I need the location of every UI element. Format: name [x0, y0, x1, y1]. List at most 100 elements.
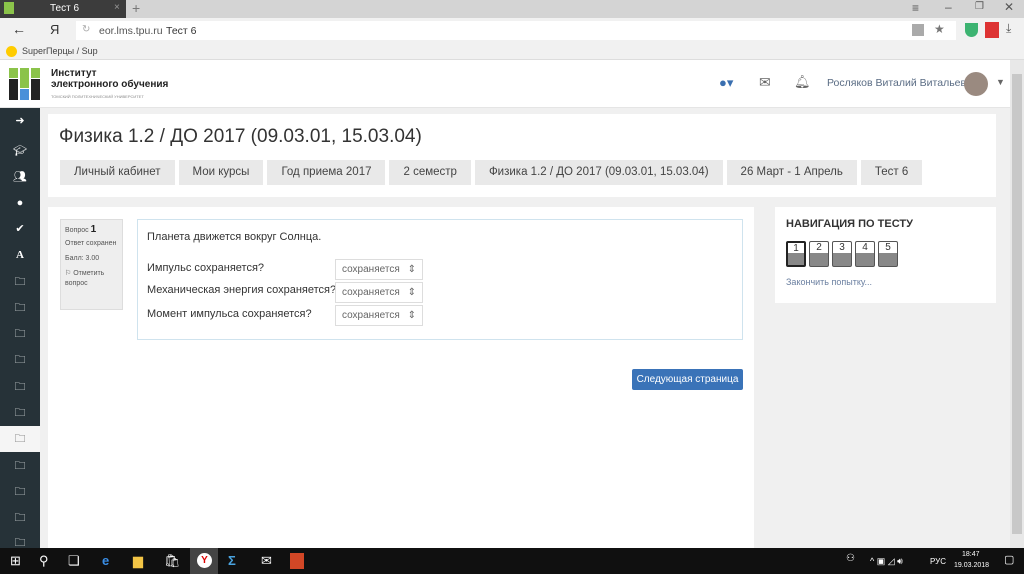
- quiz-nav-button[interactable]: 5: [878, 241, 898, 267]
- messages-icon[interactable]: ✉: [759, 74, 771, 91]
- clock-date[interactable]: 19.03.2018: [954, 562, 989, 569]
- back-icon[interactable]: ←: [12, 21, 26, 37]
- star-icon[interactable]: ★: [934, 22, 945, 36]
- restore-icon[interactable]: ❐: [975, 1, 984, 12]
- people-icon[interactable]: ⚇: [846, 553, 855, 564]
- sigma-app-icon[interactable]: Σ: [228, 553, 236, 568]
- pdf-extension-icon[interactable]: [985, 22, 999, 38]
- menu-icon[interactable]: ≡: [912, 1, 919, 15]
- browser-tab[interactable]: Тест 6 ×: [0, 0, 126, 18]
- language-globe-icon[interactable]: ●▾: [719, 75, 733, 91]
- answer-select[interactable]: сохраняется ⇕: [335, 305, 423, 326]
- browser-tab-bar: Тест 6 × + ≡ – ❐ ✕: [0, 0, 1024, 18]
- logo-line2: электронного обучения: [51, 79, 169, 90]
- user-name[interactable]: Росляков Виталий Витальевич: [827, 77, 977, 89]
- sidebar-folder-icon[interactable]: 🗀: [0, 295, 40, 321]
- finish-attempt-link[interactable]: Закончить попытку...: [786, 277, 872, 287]
- new-tab-icon[interactable]: +: [132, 0, 140, 16]
- quiz-nav-button[interactable]: 1: [786, 241, 806, 267]
- logo-line1: Институт: [51, 68, 97, 79]
- question-number: 1: [90, 224, 97, 235]
- site-header: Институт электронного обучения ТОМСКИЙ П…: [0, 60, 1010, 108]
- logo-icon[interactable]: [9, 68, 40, 100]
- breadcrumb-item[interactable]: Физика 1.2 / ДО 2017 (09.03.01, 15.03.04…: [474, 160, 723, 185]
- quiz-nav-title: НАВИГАЦИЯ ПО ТЕСТУ: [786, 218, 913, 230]
- sidebar-folder-icon[interactable]: 🗀: [0, 400, 40, 426]
- flag-label: Отметить вопрос: [65, 270, 105, 287]
- quiz-main-card: Вопрос 1 Ответ сохранен Балл: 3.00 ⚐ Отм…: [48, 207, 754, 548]
- reload-icon[interactable]: ↻: [82, 24, 90, 35]
- breadcrumb: Личный кабинет Мои курсы Год приема 2017 2 …: [60, 160, 926, 185]
- shield-extension-icon[interactable]: [965, 23, 978, 37]
- close-tab-icon[interactable]: ×: [114, 2, 120, 13]
- left-sidebar: ➜ 🎓︎ 👥︎ ● ✔ A 🗀 🗀 🗀 🗀 🗀 🗀 🗀 🗀 🗀 🗀 🗀: [0, 108, 40, 549]
- page-header-card: Физика 1.2 / ДО 2017 (09.03.01, 15.03.04…: [48, 114, 996, 197]
- quiz-nav-button[interactable]: 2: [809, 241, 829, 267]
- store-icon[interactable]: 🛍︎: [164, 553, 181, 569]
- user-menu-chevron-icon[interactable]: ▼: [996, 77, 1005, 87]
- sidebar-font-icon[interactable]: A: [0, 242, 40, 268]
- sidebar-check-icon[interactable]: ✔: [0, 216, 40, 242]
- close-window-icon[interactable]: ✕: [1004, 0, 1014, 14]
- download-icon[interactable]: ⤓: [1006, 21, 1011, 36]
- page-scrollbar[interactable]: [1010, 60, 1024, 548]
- sidebar-folder-icon-active[interactable]: 🗀: [0, 426, 40, 452]
- subquestion-label: Импульс сохраняется?: [147, 262, 265, 274]
- question-content: Планета движется вокруг Солнца. Импульс …: [137, 219, 743, 340]
- sidebar-folder-icon[interactable]: 🗀: [0, 374, 40, 400]
- answer-select[interactable]: сохраняется ⇕: [335, 259, 423, 280]
- powerpoint-icon[interactable]: [290, 553, 304, 569]
- url-title: Тест 6: [166, 25, 197, 37]
- clock-time[interactable]: 18:47: [962, 551, 980, 558]
- action-center-icon[interactable]: ▢: [1004, 553, 1014, 566]
- bookmark-item[interactable]: SuperПерцы / Sup: [22, 46, 98, 56]
- question-label: Вопрос: [65, 227, 89, 234]
- sidebar-folder-icon[interactable]: 🗀: [0, 453, 40, 479]
- sidebar-folder-icon[interactable]: 🗀: [0, 347, 40, 373]
- breadcrumb-item[interactable]: Мои курсы: [178, 160, 264, 185]
- question-info: Вопрос 1 Ответ сохранен Балл: 3.00 ⚐ Отм…: [60, 219, 123, 310]
- url-input[interactable]: ↻ eor.lms.tpu.ru Тест 6 ★: [76, 21, 956, 40]
- sidebar-toggle-icon[interactable]: ➜: [0, 108, 40, 134]
- flag-question-link[interactable]: ⚐ Отметить вопрос: [65, 269, 118, 289]
- breadcrumb-item[interactable]: 2 семестр: [389, 160, 471, 185]
- subquestion-label: Механическая энергия сохраняется?: [147, 284, 337, 296]
- breadcrumb-item[interactable]: 26 Март - 1 Апрель: [726, 160, 857, 185]
- sidebar-dot-icon[interactable]: ●: [0, 190, 40, 216]
- subquestion-label: Момент импульса сохраняется?: [147, 308, 312, 320]
- bookmarks-bar: SuperПерцы / Sup: [0, 42, 1024, 60]
- avatar[interactable]: [964, 72, 988, 96]
- flag-icon: ⚐: [65, 270, 72, 277]
- sidebar-folder-icon[interactable]: 🗀: [0, 269, 40, 295]
- breadcrumb-item[interactable]: Год приема 2017: [267, 160, 386, 185]
- yandex-icon[interactable]: Я: [50, 22, 59, 37]
- edge-icon[interactable]: e: [102, 553, 109, 568]
- tab-title: Тест 6: [50, 3, 80, 14]
- tray-icons[interactable]: ^ ▣ ◿ 🔊︎: [870, 556, 903, 567]
- sidebar-folder-icon[interactable]: 🗀: [0, 321, 40, 347]
- mail-app-icon[interactable]: ✉: [261, 553, 272, 569]
- quiz-nav-button[interactable]: 3: [832, 241, 852, 267]
- language-indicator[interactable]: РУС: [930, 557, 946, 566]
- quiz-navigation-card: НАВИГАЦИЯ ПО ТЕСТУ 1 2 3 4 5 Закончить п…: [775, 207, 996, 303]
- sidebar-courses-icon[interactable]: 🎓︎: [0, 138, 40, 164]
- minimize-icon[interactable]: –: [945, 0, 952, 14]
- explorer-icon[interactable]: ▆: [133, 553, 143, 569]
- search-icon[interactable]: ⚲: [39, 553, 49, 569]
- logo-subtitle: ТОМСКИЙ ПОЛИТЕХНИЧЕСКИЙ УНИВЕРСИТЕТ: [51, 94, 144, 99]
- task-view-icon[interactable]: ❏: [68, 553, 80, 569]
- next-page-button[interactable]: Следующая страница: [632, 369, 743, 390]
- sidebar-folder-icon[interactable]: 🗀: [0, 479, 40, 505]
- breadcrumb-item[interactable]: Тест 6: [860, 160, 923, 185]
- sidebar-participants-icon[interactable]: 👥︎: [0, 164, 40, 190]
- yandex-browser-taskbar-icon[interactable]: Y: [190, 548, 218, 574]
- breadcrumb-item[interactable]: Личный кабинет: [60, 160, 175, 185]
- question-text: Планета движется вокруг Солнца.: [147, 231, 322, 243]
- start-icon[interactable]: ⊞: [10, 553, 21, 569]
- windows-taskbar: ⊞ ⚲ ❏ e ▆ 🛍︎ Y Σ ✉ ⚇ ^ ▣ ◿ 🔊︎ РУС 18:47 …: [0, 548, 1024, 574]
- sidebar-folder-icon[interactable]: 🗀: [0, 505, 40, 531]
- quiz-nav-button[interactable]: 4: [855, 241, 875, 267]
- translate-icon[interactable]: [912, 24, 924, 36]
- answer-select[interactable]: сохраняется ⇕: [335, 282, 423, 303]
- notifications-bell-icon[interactable]: 🔔︎: [794, 74, 811, 90]
